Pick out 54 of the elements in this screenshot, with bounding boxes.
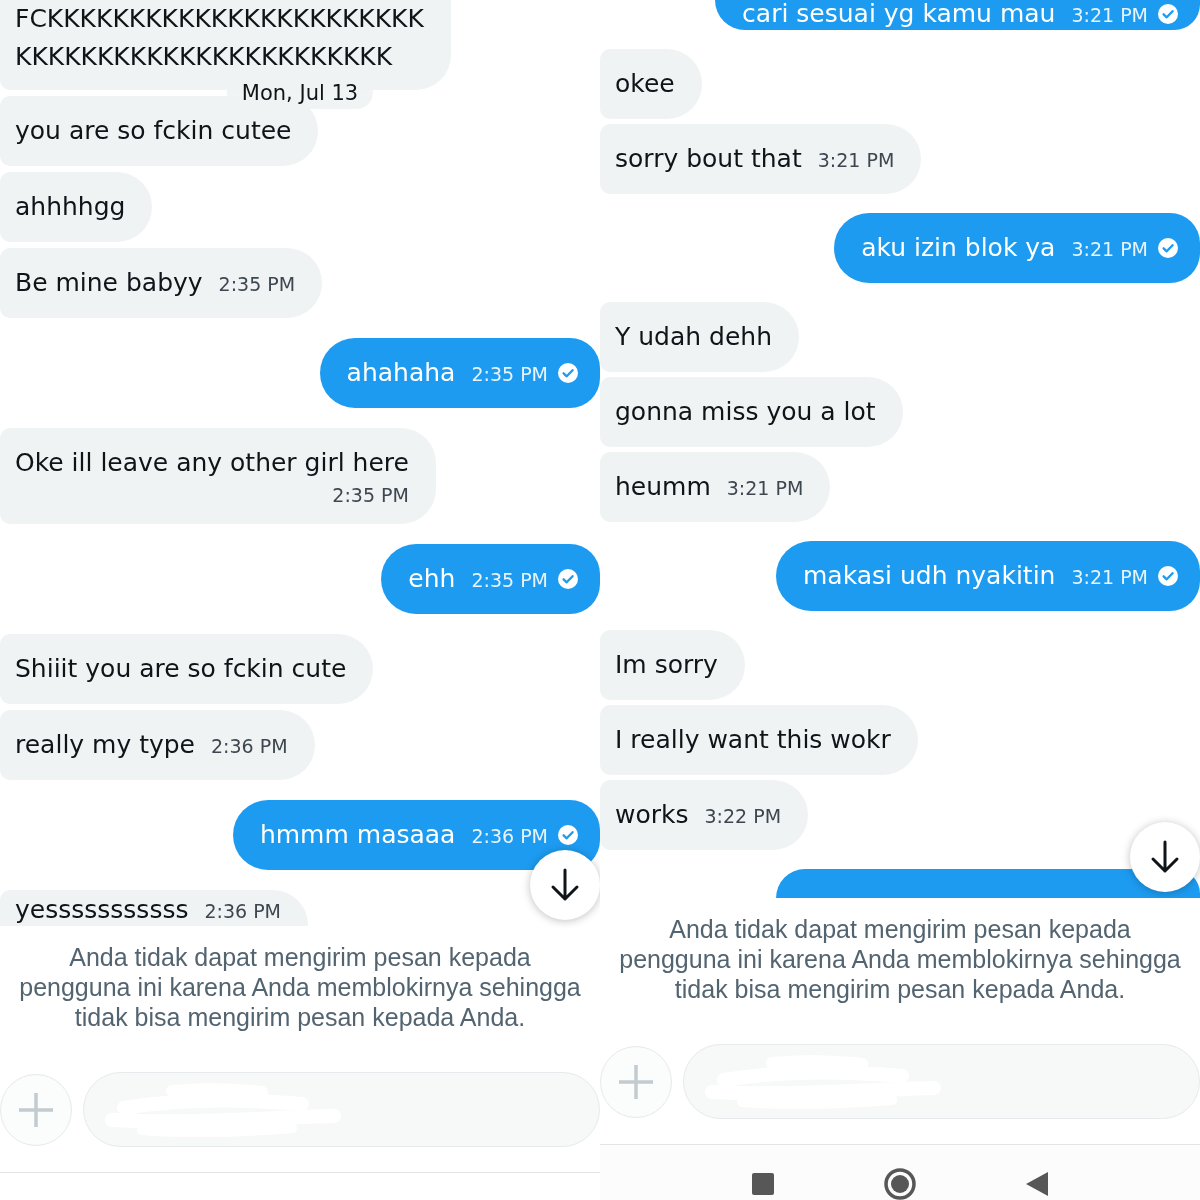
message-time: 2:36 PM	[211, 734, 288, 759]
arrow-down-icon	[1150, 840, 1180, 874]
message-time: 2:36 PM	[204, 899, 281, 924]
message-input-field[interactable]	[83, 1072, 600, 1147]
message-text: Oke ill leave any other girl here	[15, 447, 409, 479]
message-time: 2:35 PM	[471, 362, 548, 387]
message-text: FCKKKKKKKKKKKKKKKKKKKKKKK KKKKKKKKKKKKKKKKKKKKKKK	[15, 3, 424, 73]
message-text: ehh	[408, 563, 456, 595]
message-time: 2:36 PM	[471, 824, 548, 849]
message-time: 3:22 PM	[704, 804, 782, 829]
home-icon[interactable]	[884, 1167, 916, 1200]
scroll-down-button[interactable]	[1130, 822, 1200, 892]
message-text: cari sesuai yg kamu mau	[742, 0, 1056, 28]
message-text: makasi udh nyakitin	[803, 560, 1056, 592]
check-icon	[558, 569, 578, 589]
message-text: heumm	[615, 471, 711, 503]
message-text: ahhhhgg	[15, 191, 126, 223]
message-time: 3:21 PM	[1071, 237, 1148, 262]
message-time: 2:35 PM	[471, 568, 548, 593]
message-text: you are so fckin cutee	[15, 115, 292, 147]
message-text: gonna miss you a lot	[615, 396, 876, 428]
message-time: 2:35 PM	[332, 483, 409, 508]
message-text: Y udah dehh	[615, 321, 772, 353]
message-text: okee	[615, 68, 675, 100]
message-text: ahahaha	[346, 357, 456, 389]
recent-apps-icon[interactable]	[752, 1172, 774, 1195]
message-text: aku izin blok ya	[861, 232, 1056, 264]
plus-icon	[18, 1091, 54, 1128]
message-time: 3:21 PM	[726, 476, 804, 501]
message-time: 2:35 PM	[218, 272, 296, 297]
check-icon	[1158, 4, 1178, 24]
message-time: 3:21 PM	[1071, 565, 1148, 590]
blocked-notice: Anda tidak dapat mengirim pesan kepada pengguna ini karena Anda memblokirnya sehingga tidak bisa mengirim pesan kepada Anda.	[618, 914, 1182, 1004]
arrow-down-icon	[550, 868, 580, 902]
message-text: yesssssssssss	[15, 894, 189, 926]
check-icon	[558, 363, 578, 383]
message-text: Shiiit you are so fckin cute	[15, 653, 347, 685]
message-text: really my type	[15, 729, 195, 761]
scroll-down-button[interactable]	[530, 850, 600, 920]
message-time: 3:21 PM	[1071, 3, 1148, 28]
message-input-field[interactable]	[683, 1044, 1200, 1119]
message-text: hmmm masaaa	[259, 819, 456, 851]
message-time: 3:21 PM	[817, 148, 895, 173]
check-icon	[1158, 238, 1178, 258]
back-icon[interactable]	[1026, 1171, 1048, 1196]
plus-icon	[618, 1063, 654, 1100]
check-icon	[1158, 566, 1178, 586]
message-text: I really want this wokr	[615, 724, 891, 756]
message-text: sorry bout that	[615, 143, 802, 175]
message-text: Be mine babyy	[15, 267, 203, 299]
message-text: Im sorry	[615, 649, 718, 681]
message-text: works	[615, 799, 689, 831]
blocked-notice: Anda tidak dapat mengirim pesan kepada pengguna ini karena Anda memblokirnya sehingga tidak bisa mengirim pesan kepada Anda.	[18, 942, 582, 1032]
check-icon	[558, 825, 578, 845]
